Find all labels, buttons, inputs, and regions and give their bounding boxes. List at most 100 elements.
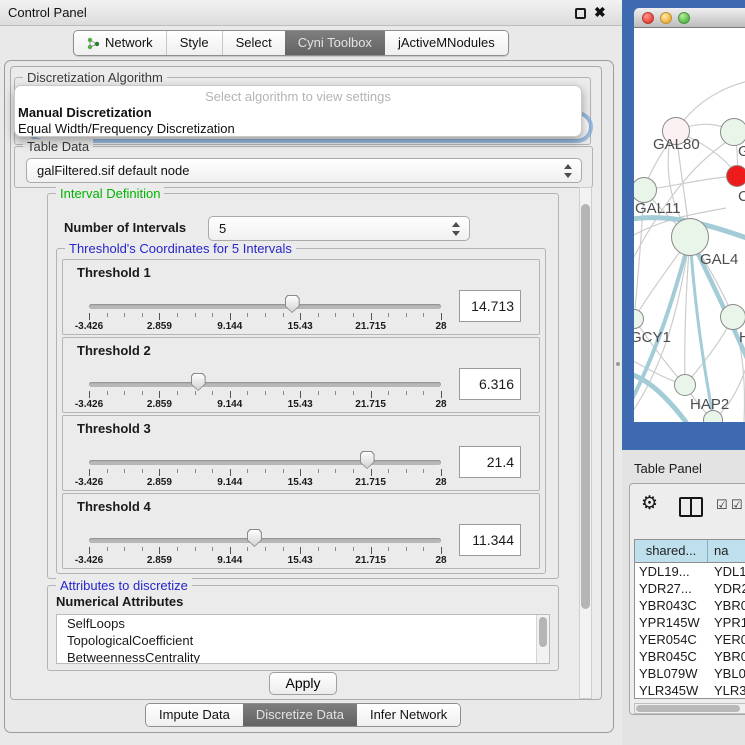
panel-vertical-scrollbar[interactable] [579, 187, 592, 699]
cell-shared-name[interactable]: YBR043C [635, 597, 708, 614]
tab-network[interactable]: Network [74, 31, 167, 55]
cell-shared-name[interactable]: YPR145W [635, 614, 708, 631]
column-header-shared-name[interactable]: shared... [635, 540, 708, 562]
cell-shared-name[interactable]: YDL19... [635, 563, 708, 580]
panel-title: Table Panel [634, 461, 702, 476]
slider-tick-labels: -3.4262.8599.14415.4321.71528 [89, 321, 441, 333]
number-of-intervals-combobox[interactable]: 5 [208, 216, 470, 241]
tab-label: Cyni Toolbox [298, 31, 372, 55]
table-row[interactable]: YBR045CYBR0 [635, 648, 745, 665]
cell-shared-name[interactable]: YDR27... [635, 580, 708, 597]
tab-impute-data[interactable]: Impute Data [146, 704, 243, 726]
cell-name[interactable]: YDR2 [708, 580, 745, 597]
network-icon [87, 37, 100, 50]
zoom-traffic-light[interactable] [678, 12, 690, 24]
slider-thumb[interactable] [191, 373, 206, 391]
cell-shared-name[interactable]: YBL079W [635, 665, 708, 682]
slider-thumb[interactable] [247, 529, 262, 547]
gear-icon[interactable]: ⚙ [641, 492, 658, 515]
tab-style[interactable]: Style [167, 31, 223, 55]
select-all-checkbox-icon[interactable]: ☑ [716, 497, 728, 513]
attribute-item-selfloops[interactable]: SelfLoops [57, 615, 549, 632]
cell-name[interactable]: YBL0 [708, 665, 745, 682]
cell-shared-name[interactable]: YBR045C [635, 648, 708, 665]
table-rows: YDL19...YDL1YDR27...YDR2YBR043CYBR0YPR14… [635, 563, 745, 699]
tab-discretize-data[interactable]: Discretize Data [243, 704, 357, 726]
slider-track[interactable] [89, 304, 441, 309]
combo-value: galFiltered.sif default node [37, 159, 189, 183]
slider-tick-labels: -3.4262.8599.14415.4321.71528 [89, 399, 441, 411]
select-none-checkbox-icon[interactable]: ☑ [731, 497, 743, 513]
attribute-item-betweennesscentrality[interactable]: BetweennessCentrality [57, 649, 549, 664]
cell-shared-name[interactable]: YER054C [635, 631, 708, 648]
cell-shared-name[interactable]: YLR345W [635, 682, 708, 699]
network-window-titlebar[interactable] [634, 8, 745, 28]
table-row[interactable]: YDL19...YDL1 [635, 563, 745, 580]
scrollbar-thumb[interactable] [636, 705, 740, 712]
attribute-item-topologicalcoefficient[interactable]: TopologicalCoefficient [57, 632, 549, 649]
table-panel: Table Panel ⚙ ☑ ☑ shared... na YDL19...Y… [622, 450, 745, 745]
threshold-panel-1: Threshold 1-3.4262.8599.14415.4321.71528… [62, 259, 540, 335]
stepper-arrows-icon [452, 221, 461, 237]
table-horizontal-scrollbar[interactable] [634, 703, 745, 714]
table-row[interactable]: YBR043CYBR0 [635, 597, 745, 614]
group-title: Attributes to discretize [56, 578, 192, 593]
slider-thumb[interactable] [285, 295, 300, 313]
threshold-label: Threshold 2 [77, 343, 151, 358]
float-window-icon[interactable] [575, 8, 586, 19]
threshold-value-field[interactable]: 6.316 [459, 368, 521, 400]
table-row[interactable]: YDR27...YDR2 [635, 580, 745, 597]
tab-infer-network[interactable]: Infer Network [357, 704, 460, 726]
numerical-attributes-list: SelfLoopsTopologicalCoefficientBetweenne… [56, 614, 550, 664]
node-attribute-table: shared... na YDL19...YDL1YDR27...YDR2YBR… [634, 539, 745, 699]
apply-button[interactable]: Apply [269, 672, 337, 695]
cell-name[interactable]: YER0 [708, 631, 745, 648]
split-columns-icon[interactable] [679, 497, 703, 517]
tab-jactivemnodules[interactable]: jActiveMNodules [385, 31, 508, 55]
cell-name[interactable]: YPR1 [708, 614, 745, 631]
tab-label: Discretize Data [256, 704, 344, 726]
top-tab-bar: NetworkStyleSelect Cyni Toolbox jActiveMNo… [73, 30, 509, 56]
network-canvas[interactable]: GAL80GACGAL11GAL4GCY1HHAP2 [634, 28, 745, 422]
threshold-value-field[interactable]: 11.344 [459, 524, 521, 556]
tab-label: Impute Data [159, 704, 230, 726]
scrollbar-thumb[interactable] [539, 617, 547, 647]
table-data-combobox[interactable]: galFiltered.sif default node [26, 158, 582, 183]
table-row[interactable]: YLR345WYLR3 [635, 682, 745, 699]
network-node-hap2[interactable] [674, 374, 696, 396]
table-row[interactable]: YBL079WYBL0 [635, 665, 745, 682]
scrollbar-thumb[interactable] [581, 204, 590, 609]
minimize-traffic-light[interactable] [660, 12, 672, 24]
combo-value: 5 [219, 217, 226, 241]
tab-cyni-toolbox[interactable]: Cyni Toolbox [285, 31, 385, 55]
cell-name[interactable]: YLR3 [708, 682, 745, 699]
slider-tick-labels: -3.4262.8599.14415.4321.71528 [89, 477, 441, 489]
screen: Control Panel ✖ NetworkStyleSelectCyni T… [0, 0, 745, 745]
network-node-ga[interactable] [720, 118, 745, 146]
table-row[interactable]: YPR145WYPR1 [635, 614, 745, 631]
splitter-grip-icon[interactable] [616, 362, 620, 366]
threshold-value-field[interactable]: 14.713 [459, 290, 521, 322]
slider-track[interactable] [89, 460, 441, 465]
stepper-arrows-icon [564, 163, 573, 179]
slider-thumb[interactable] [360, 451, 375, 469]
close-traffic-light[interactable] [642, 12, 654, 24]
network-node-h[interactable] [720, 304, 745, 330]
table-header-row: shared... na [635, 540, 745, 563]
attributes-scrollbar[interactable] [536, 615, 549, 663]
close-icon[interactable]: ✖ [594, 4, 606, 21]
control-panel: Control Panel ✖ NetworkStyleSelectCyni T… [0, 0, 622, 745]
cell-name[interactable]: YBR0 [708, 597, 745, 614]
cell-name[interactable]: YDL1 [708, 563, 745, 580]
cell-name[interactable]: YBR0 [708, 648, 745, 665]
dropdown-item-manual-discretization[interactable]: Manual Discretization [15, 105, 581, 121]
slider-track[interactable] [89, 382, 441, 387]
slider-track[interactable] [89, 538, 441, 543]
table-row[interactable]: YER054CYER0 [635, 631, 745, 648]
dropdown-item-equal-width-frequency[interactable]: Equal Width/Frequency Discretization [15, 121, 581, 137]
group-title: Threshold's Coordinates for 5 Intervals [65, 241, 296, 256]
tab-select[interactable]: Select [223, 31, 285, 55]
column-header-name[interactable]: na [708, 540, 745, 562]
network-node-c[interactable] [726, 165, 745, 187]
threshold-value-field[interactable]: 21.4 [459, 446, 521, 478]
